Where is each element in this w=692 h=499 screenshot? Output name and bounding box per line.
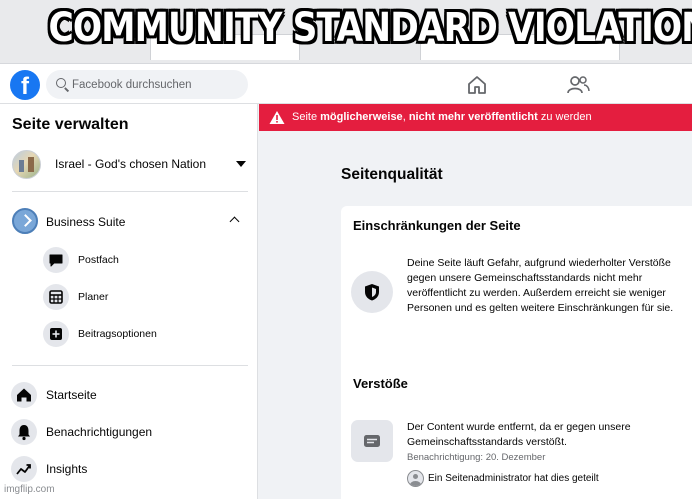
admin-name: Ein Seitenadministrator: [428, 473, 532, 484]
facebook-logo-icon[interactable]: f: [10, 70, 40, 100]
home-icon[interactable]: [466, 74, 488, 96]
sidebar-item-planer[interactable]: Planer: [43, 284, 243, 310]
search-input[interactable]: [72, 74, 242, 95]
friends-icon[interactable]: [566, 74, 590, 96]
page-profile-picture: [12, 150, 41, 179]
sidebar-item-startseite[interactable]: Startseite: [11, 382, 247, 408]
message-icon: [351, 420, 393, 462]
avatar: [407, 470, 424, 487]
page-selector[interactable]: Israel - God's chosen Nation: [12, 150, 248, 180]
main-content: Seite möglicherweise, nicht mehr veröffe…: [259, 104, 692, 499]
page-title: Seitenqualität: [341, 166, 443, 183]
sidebar-title: Seite verwalten: [12, 116, 129, 133]
business-suite-label: Business Suite: [46, 215, 126, 229]
chat-bubble-icon: [43, 247, 69, 273]
caret-down-icon[interactable]: [236, 161, 246, 167]
violation-text: Der Content wurde entfernt, da er gegen …: [407, 421, 631, 448]
page-quality-card: Einschränkungen der Seite Deine Seite lä…: [341, 206, 692, 499]
violations-heading: Verstöße: [353, 376, 408, 391]
sidebar-item-label: Beitragsoptionen: [78, 328, 157, 340]
divider: [12, 191, 248, 192]
left-sidebar: Seite verwalten Israel - God's chosen Na…: [0, 104, 258, 499]
trend-icon: [11, 456, 37, 482]
post-options-icon: [43, 321, 69, 347]
calendar-grid-icon: [43, 284, 69, 310]
imgflip-watermark: imgflip.com: [4, 484, 55, 495]
home-icon: [11, 382, 37, 408]
search-box[interactable]: [46, 70, 248, 99]
bell-icon: [11, 419, 37, 445]
facebook-top-bar: f: [0, 64, 692, 104]
sidebar-item-postfach[interactable]: Postfach: [43, 247, 243, 273]
page-name: Israel - God's chosen Nation: [55, 157, 207, 171]
business-suite-icon: [12, 208, 38, 234]
meme-caption: COMMUNITY STANDARD VIOLATION: [48, 5, 692, 51]
chevron-up-icon[interactable]: [229, 216, 240, 227]
sidebar-item-insights[interactable]: Insights: [11, 456, 247, 482]
warning-text: Seite möglicherweise, nicht mehr veröffe…: [292, 111, 592, 123]
restrictions-text: Deine Seite läuft Gefahr, aufgrund wiede…: [407, 257, 674, 314]
warning-banner: Seite möglicherweise, nicht mehr veröffe…: [259, 104, 692, 131]
shield-icon: [351, 271, 393, 313]
search-icon: [56, 78, 66, 88]
sidebar-item-label: Insights: [46, 462, 88, 476]
sidebar-item-label: Benachrichtigungen: [46, 425, 153, 439]
sidebar-item-beitragsoptionen[interactable]: Beitragsoptionen: [43, 321, 243, 347]
business-suite-item[interactable]: Business Suite: [12, 208, 248, 236]
sidebar-item-label: Postfach: [78, 254, 119, 266]
sidebar-item-label: Planer: [78, 291, 109, 303]
restrictions-heading: Einschränkungen der Seite: [353, 218, 521, 233]
sidebar-item-benachrichtigungen[interactable]: Benachrichtigungen: [11, 419, 247, 445]
divider: [12, 365, 248, 366]
violation-date: Benachrichtigung: 20. Dezember: [407, 452, 546, 463]
admin-share-text: Ein Seitenadministrator hat dies geteilt: [428, 473, 599, 484]
admin-share-row: Ein Seitenadministrator hat dies geteilt: [407, 470, 692, 488]
sidebar-item-label: Startseite: [46, 388, 97, 402]
warning-icon: [269, 111, 285, 124]
